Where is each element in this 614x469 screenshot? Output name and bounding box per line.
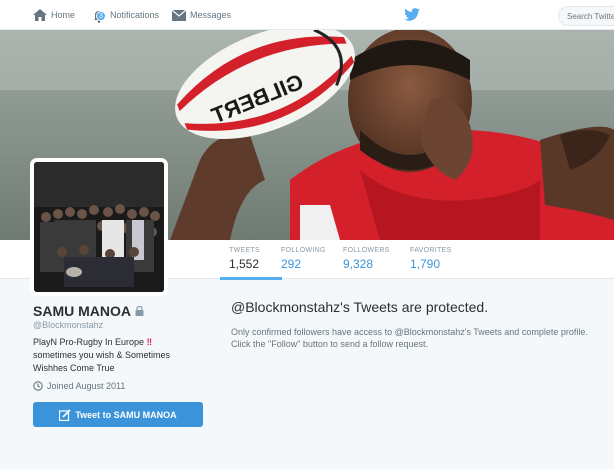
profile-bio: PlayN Pro-Rugby In Europe ‼ sometimes yo… (33, 336, 193, 375)
stat-tweets-label: TWEETS (229, 247, 260, 254)
stat-following[interactable]: FOLLOWING 292 (281, 247, 326, 271)
stat-favorites-value: 1,790 (410, 257, 441, 271)
stat-tweets-value: 1,552 (229, 257, 260, 271)
avatar[interactable] (30, 158, 168, 296)
protected-tweets-title: @Blockmonstahz's Tweets are protected. (231, 299, 489, 315)
joined-date-text: Joined August 2011 (47, 381, 126, 391)
nav-home-label: Home (51, 10, 76, 20)
stat-favorites-label: FAVORITES (410, 247, 452, 254)
home-icon (33, 9, 47, 21)
nav-home[interactable]: Home (33, 0, 75, 30)
protected-tweets-message: Only confirmed followers have access to … (231, 326, 611, 350)
bio-line-1: PlayN Pro-Rugby In Europe (33, 337, 145, 347)
profile-handle[interactable]: @Blockmonstahz (33, 320, 103, 330)
bio-line-2: sometimes you wish & Sometimes Wishhes C… (33, 350, 171, 373)
nav-notifications[interactable]: 3 Notifications (92, 0, 159, 30)
tweet-to-button-label: Tweet to SAMU MANOA (75, 409, 177, 420)
stat-followers-value: 9,328 (343, 257, 374, 271)
twitter-bird-icon[interactable] (404, 8, 420, 21)
envelope-icon (172, 9, 186, 21)
top-navigation-bar: Home 3 Notifications Messages (0, 0, 614, 30)
tweet-to-button[interactable]: Tweet to SAMU MANOA (33, 402, 203, 427)
stat-followers-label: FOLLOWERS (343, 247, 390, 254)
profile-name-row: SAMU MANOA (33, 303, 144, 319)
stat-followers[interactable]: FOLLOWERS 9,328 (343, 247, 390, 271)
clock-icon (33, 381, 43, 391)
stat-tweets[interactable]: TWEETS 1,552 (220, 247, 282, 280)
profile-name[interactable]: SAMU MANOA (33, 303, 131, 319)
protected-message-line-1: Only confirmed followers have access to … (231, 327, 588, 337)
joined-date: Joined August 2011 (33, 381, 125, 391)
stat-following-value: 292 (281, 257, 302, 271)
protected-message-line-2: Click the "Follow" button to send a foll… (231, 339, 428, 349)
notification-count-badge: 3 (96, 11, 106, 21)
nav-messages[interactable]: Messages (172, 0, 231, 30)
nav-notifications-label: Notifications (110, 10, 160, 20)
lock-icon (135, 306, 144, 316)
search-input[interactable] (558, 6, 614, 26)
double-exclamation-emoji: ‼ (146, 337, 153, 347)
stat-favorites[interactable]: FAVORITES 1,790 (410, 247, 451, 271)
compose-icon (59, 408, 71, 421)
nav-messages-label: Messages (190, 10, 232, 20)
stat-following-label: FOLLOWING (281, 247, 326, 254)
avatar-photo (34, 162, 164, 292)
